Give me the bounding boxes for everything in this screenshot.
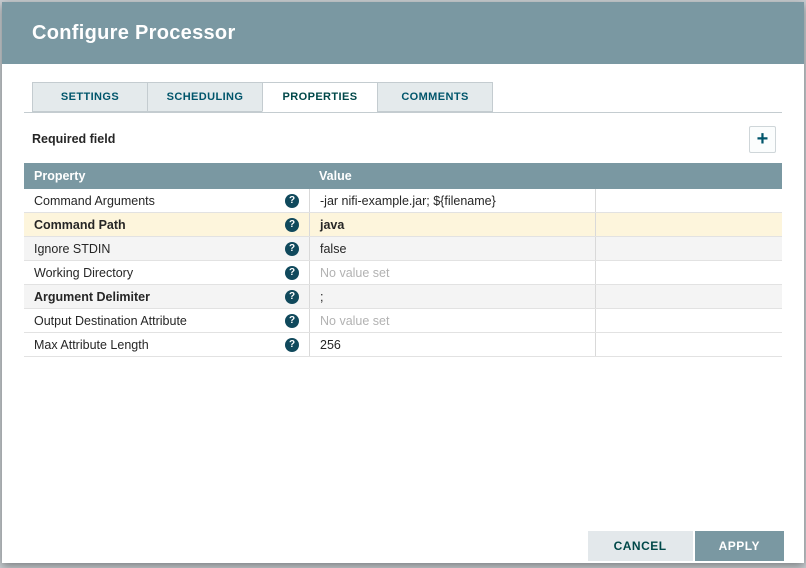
properties-table: Property Value Command Arguments ? -jar … — [24, 163, 782, 357]
empty-cell — [595, 333, 782, 356]
property-name: Ignore STDIN — [34, 242, 285, 256]
help-icon[interactable]: ? — [285, 242, 299, 256]
help-icon[interactable]: ? — [285, 194, 299, 208]
table-row-output-destination-attribute[interactable]: Output Destination Attribute ? No value … — [24, 309, 782, 333]
property-cell: Max Attribute Length ? — [24, 333, 309, 356]
empty-cell — [595, 285, 782, 308]
table-row-ignore-stdin[interactable]: Ignore STDIN ? false — [24, 237, 782, 261]
table-row-argument-delimiter[interactable]: Argument Delimiter ? ; — [24, 285, 782, 309]
properties-toolbar: Required field + — [32, 125, 776, 153]
dialog-title: Configure Processor — [32, 22, 236, 45]
table-row-command-path[interactable]: Command Path ? java — [24, 213, 782, 237]
column-header-value: Value — [309, 169, 595, 183]
property-value: No value set — [320, 266, 389, 280]
empty-cell — [595, 237, 782, 260]
value-cell[interactable]: No value set — [309, 309, 595, 332]
property-value: java — [320, 218, 344, 232]
value-cell[interactable]: java — [309, 213, 595, 236]
property-cell: Working Directory ? — [24, 261, 309, 284]
configure-processor-dialog: Configure Processor SETTINGS SCHEDULING … — [2, 2, 804, 563]
dialog-footer: CANCEL APPLY — [588, 531, 784, 561]
property-name: Command Path — [34, 218, 285, 232]
value-cell[interactable]: ; — [309, 285, 595, 308]
property-cell: Output Destination Attribute ? — [24, 309, 309, 332]
value-cell[interactable]: -jar nifi-example.jar; ${filename} — [309, 189, 595, 212]
table-row-command-arguments[interactable]: Command Arguments ? -jar nifi-example.ja… — [24, 189, 782, 213]
dialog-body: SETTINGS SCHEDULING PROPERTIES COMMENTS … — [2, 64, 804, 563]
empty-cell — [595, 261, 782, 284]
property-name: Command Arguments — [34, 194, 285, 208]
help-icon[interactable]: ? — [285, 290, 299, 304]
help-icon[interactable]: ? — [285, 314, 299, 328]
add-property-button[interactable]: + — [749, 126, 776, 153]
value-cell[interactable]: false — [309, 237, 595, 260]
apply-button[interactable]: APPLY — [695, 531, 784, 561]
property-value: false — [320, 242, 346, 256]
property-value: 256 — [320, 338, 341, 352]
table-header-row: Property Value — [24, 163, 782, 189]
property-value: ; — [320, 290, 323, 304]
empty-cell — [595, 213, 782, 236]
property-cell: Argument Delimiter ? — [24, 285, 309, 308]
property-value: No value set — [320, 314, 389, 328]
property-name: Working Directory — [34, 266, 285, 280]
tab-settings[interactable]: SETTINGS — [32, 82, 148, 112]
tab-properties[interactable]: PROPERTIES — [262, 82, 378, 112]
tab-bar: SETTINGS SCHEDULING PROPERTIES COMMENTS — [24, 82, 782, 113]
cancel-button[interactable]: CANCEL — [588, 531, 693, 561]
help-icon[interactable]: ? — [285, 338, 299, 352]
property-cell: Ignore STDIN ? — [24, 237, 309, 260]
plus-icon: + — [757, 128, 769, 150]
required-field-label: Required field — [32, 132, 115, 146]
property-value: -jar nifi-example.jar; ${filename} — [320, 194, 496, 208]
value-cell[interactable]: 256 — [309, 333, 595, 356]
property-name: Max Attribute Length — [34, 338, 285, 352]
property-name: Argument Delimiter — [34, 290, 285, 304]
table-row-working-directory[interactable]: Working Directory ? No value set — [24, 261, 782, 285]
help-icon[interactable]: ? — [285, 218, 299, 232]
tab-comments[interactable]: COMMENTS — [377, 82, 493, 112]
value-cell[interactable]: No value set — [309, 261, 595, 284]
property-cell: Command Path ? — [24, 213, 309, 236]
property-name: Output Destination Attribute — [34, 314, 285, 328]
table-row-max-attribute-length[interactable]: Max Attribute Length ? 256 — [24, 333, 782, 357]
tab-scheduling[interactable]: SCHEDULING — [147, 82, 263, 112]
dialog-header: Configure Processor — [2, 2, 804, 64]
column-header-property: Property — [24, 169, 309, 183]
empty-cell — [595, 309, 782, 332]
help-icon[interactable]: ? — [285, 266, 299, 280]
empty-cell — [595, 189, 782, 212]
property-cell: Command Arguments ? — [24, 189, 309, 212]
